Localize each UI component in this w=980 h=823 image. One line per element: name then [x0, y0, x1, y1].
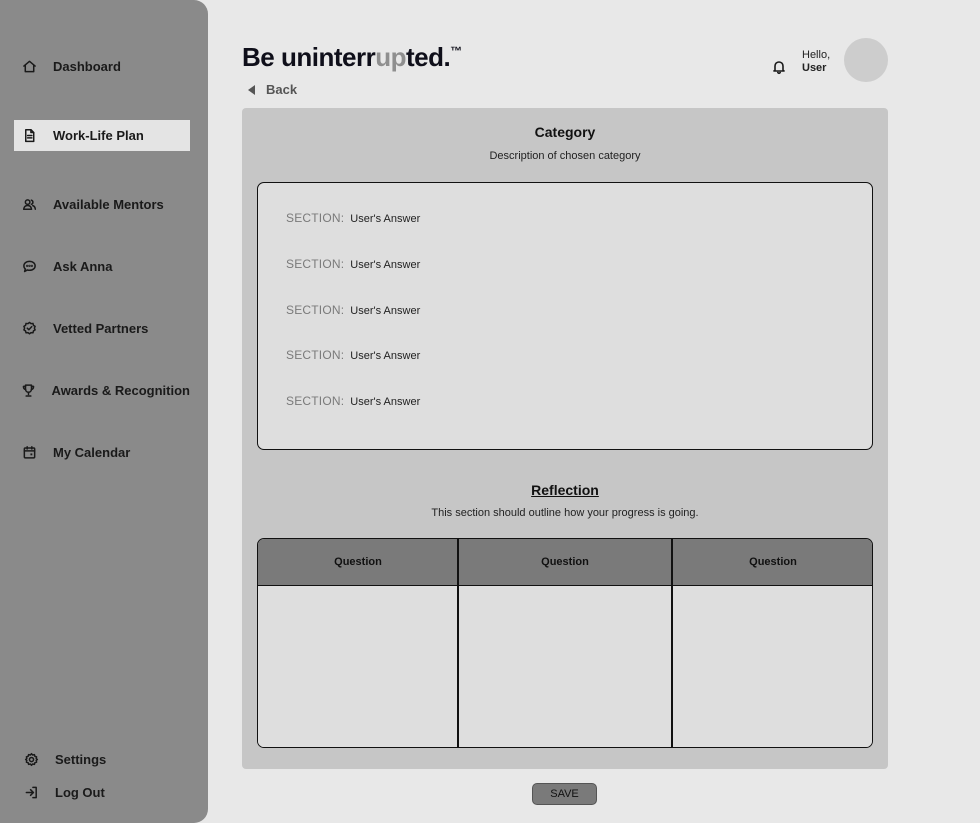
reflection-answer-cell[interactable]: [258, 586, 458, 747]
sidebar-item-my-calendar[interactable]: My Calendar: [14, 437, 190, 468]
sidebar-item-dashboard[interactable]: Dashboard: [14, 51, 190, 82]
sidebar-item-label: Ask Anna: [53, 259, 113, 274]
brand-logo: Be uninterrupted.™: [242, 42, 462, 72]
question-header: Question: [258, 539, 458, 586]
sidebar-item-available-mentors[interactable]: Available Mentors: [14, 189, 190, 220]
sidebar-item-label: Settings: [55, 752, 107, 767]
reflection-description: This section should outline how your pro…: [431, 507, 699, 519]
back-label: Back: [266, 82, 298, 97]
sidebar-item-work-life-plan[interactable]: Work-Life Plan: [14, 120, 190, 151]
reflection-answer-cell[interactable]: [458, 586, 672, 747]
sidebar-item-label: My Calendar: [53, 445, 131, 460]
trophy-icon: [20, 382, 37, 400]
home-icon: [20, 58, 38, 76]
back-button[interactable]: Back: [248, 82, 297, 97]
answer-row: SECTION: User's Answer: [286, 394, 420, 408]
section-label: SECTION:: [286, 257, 345, 271]
question-header: Question: [672, 539, 872, 586]
sidebar-item-logout[interactable]: Log Out: [16, 777, 192, 808]
sidebar-item-label: Vetted Partners: [53, 321, 149, 336]
sidebar-item-label: Work-Life Plan: [53, 128, 144, 143]
users-icon: [20, 196, 38, 214]
question-header: Question: [458, 539, 672, 586]
answer-row: SECTION: User's Answer: [286, 303, 420, 317]
user-name: User: [802, 62, 827, 74]
column-divider: [457, 539, 459, 747]
work-life-plan-card: Category Description of chosen category …: [242, 108, 888, 769]
avatar[interactable]: [844, 38, 888, 82]
user-answer: User's Answer: [350, 396, 421, 408]
reflection-answer-cell[interactable]: [672, 586, 872, 747]
save-button[interactable]: SAVE: [532, 783, 597, 805]
greeting-text: Hello,: [802, 49, 831, 61]
section-label: SECTION:: [286, 303, 345, 317]
user-greeting: Hello, User: [802, 49, 830, 75]
bell-icon[interactable]: [771, 59, 787, 75]
reflection-table: Question Question Question: [257, 538, 873, 748]
sidebar-item-vetted-partners[interactable]: Vetted Partners: [14, 313, 190, 344]
answer-row: SECTION: User's Answer: [286, 348, 420, 362]
column-divider: [671, 539, 673, 747]
section-label: SECTION:: [286, 394, 345, 408]
section-label: SECTION:: [286, 348, 345, 362]
sidebar-item-label: Awards & Recognition: [51, 383, 190, 398]
document-icon: [20, 127, 38, 145]
badge-check-icon: [20, 320, 38, 338]
answers-panel: SECTION: User's Answer SECTION: User's A…: [257, 182, 873, 450]
sidebar-item-label: Available Mentors: [53, 197, 164, 212]
section-label: SECTION:: [286, 211, 345, 225]
user-answer: User's Answer: [350, 213, 421, 225]
answer-row: SECTION: User's Answer: [286, 257, 420, 271]
sidebar: Dashboard Work-Life Plan Available Mento…: [0, 0, 208, 823]
reflection-title: Reflection: [531, 482, 599, 498]
sidebar-item-label: Dashboard: [53, 59, 121, 74]
gear-icon: [22, 751, 40, 769]
category-title: Category: [534, 124, 596, 140]
user-answer: User's Answer: [350, 259, 421, 271]
sidebar-item-settings[interactable]: Settings: [16, 744, 192, 775]
user-answer: User's Answer: [350, 305, 421, 317]
sidebar-item-label: Log Out: [55, 785, 105, 800]
back-arrow-icon: [248, 84, 255, 95]
answer-row: SECTION: User's Answer: [286, 211, 420, 225]
user-answer: User's Answer: [350, 350, 421, 362]
sidebar-item-awards-recognition[interactable]: Awards & Recognition: [14, 375, 190, 406]
logout-icon: [22, 784, 40, 802]
category-description: Description of chosen category: [489, 150, 641, 162]
calendar-icon: [20, 444, 38, 462]
sidebar-item-ask-anna[interactable]: Ask Anna: [14, 251, 190, 282]
chat-icon: [20, 258, 38, 276]
